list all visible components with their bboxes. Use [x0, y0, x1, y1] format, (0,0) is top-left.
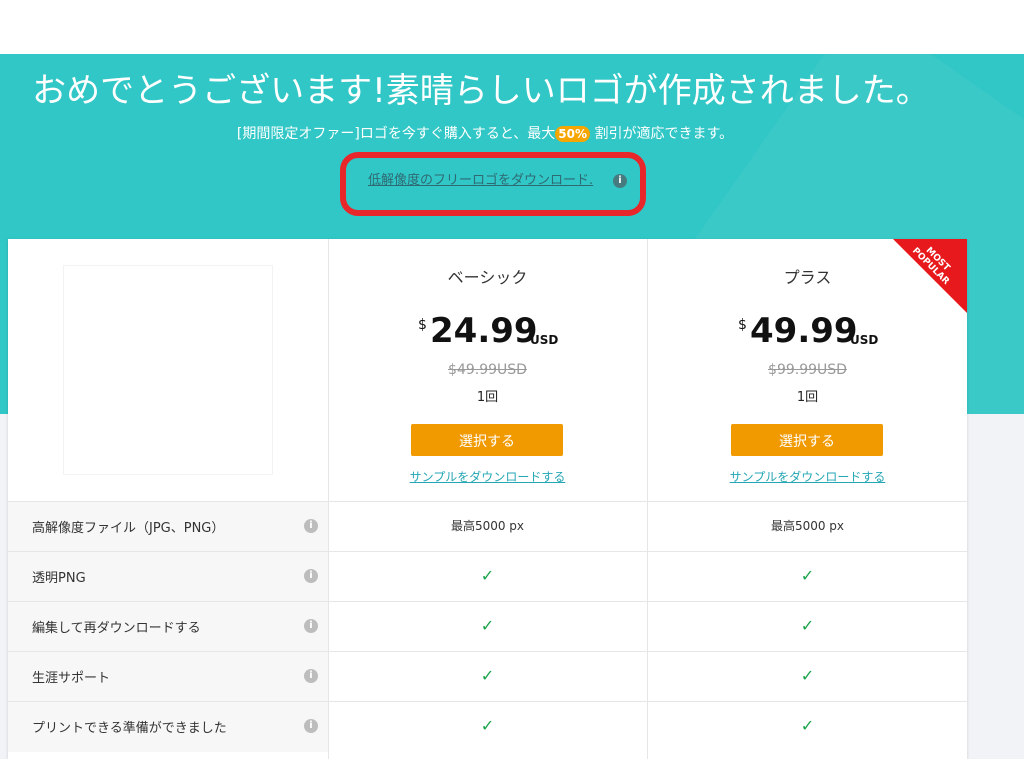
checkmark-icon: ✓ — [480, 566, 495, 585]
top-bar — [0, 0, 1024, 54]
info-icon[interactable]: i — [613, 174, 627, 188]
most-popular-ribbon: MOST POPULAR — [893, 239, 967, 313]
old-price: $49.99USD — [448, 362, 527, 378]
select-plus-button[interactable]: 選択する — [731, 424, 883, 456]
checkmark-icon: ✓ — [800, 716, 815, 735]
basic-value-cell: ✓ — [328, 602, 647, 652]
checkmark-icon: ✓ — [480, 716, 495, 735]
price-amount: 49.99 — [750, 311, 858, 351]
feature-cell: 透明PNG i — [8, 552, 328, 602]
hero-title: おめでとうございます!素晴らしいロゴが作成されました。 — [32, 71, 930, 111]
basic-value-cell: 最高5000 px — [328, 502, 647, 552]
plan-price: $ 24.99 USD — [328, 311, 647, 351]
offer-text-after: 割引が適応できます。 — [594, 126, 734, 142]
download-sample-link[interactable]: サンプルをダウンロードする — [328, 468, 647, 485]
select-basic-button[interactable]: 選択する — [411, 424, 563, 456]
checkmark-icon: ✓ — [480, 616, 495, 635]
feature-value: 最高5000 px — [770, 519, 845, 533]
plus-value-cell: ✓ — [648, 702, 967, 752]
feature-label: 高解像度ファイル（JPG、PNG） — [32, 521, 225, 536]
free-logo-download-link[interactable]: 低解像度のフリーロゴをダウンロード. — [368, 172, 593, 190]
feature-row: 生涯サポート i ✓ ✓ — [8, 651, 967, 702]
basic-value-cell: ✓ — [328, 652, 647, 702]
info-icon[interactable]: i — [304, 619, 318, 633]
info-icon[interactable]: i — [304, 519, 318, 533]
info-icon[interactable]: i — [304, 669, 318, 683]
feature-row: 編集して再ダウンロードする i ✓ ✓ — [8, 601, 967, 652]
plus-value-cell: ✓ — [648, 552, 967, 602]
checkmark-icon: ✓ — [800, 566, 815, 585]
price-currency: USD — [530, 333, 559, 347]
plan-plus: プラス $ 49.99 USD $99.99USD 1回 選択する サンプルをダ… — [648, 239, 967, 501]
pricing-table: ベーシック $ 24.99 USD $49.99USD 1回 選択する サンプル… — [8, 239, 967, 759]
feature-label: 生涯サポート — [32, 671, 111, 686]
basic-value-cell: ✓ — [328, 702, 647, 752]
plan-price: $ 49.99 USD — [648, 311, 967, 351]
discount-badge: 50% — [555, 126, 591, 142]
plus-value-cell: 最高5000 px — [648, 502, 967, 552]
feature-label: 透明PNG — [32, 571, 86, 586]
plan-basic: ベーシック $ 24.99 USD $49.99USD 1回 選択する サンプル… — [328, 239, 647, 501]
plus-value-cell: ✓ — [648, 652, 967, 702]
plus-value-cell: ✓ — [648, 602, 967, 652]
feature-cell: 高解像度ファイル（JPG、PNG） i — [8, 502, 328, 552]
info-icon[interactable]: i — [304, 569, 318, 583]
feature-cell: 編集して再ダウンロードする i — [8, 602, 328, 652]
purchase-frequency: 1回 — [476, 390, 499, 405]
checkmark-icon: ✓ — [480, 666, 495, 685]
logo-preview — [64, 266, 272, 474]
basic-value-cell: ✓ — [328, 552, 647, 602]
info-icon[interactable]: i — [304, 719, 318, 733]
feature-row: プリントできる準備ができました i ✓ ✓ — [8, 701, 967, 752]
checkmark-icon: ✓ — [800, 666, 815, 685]
offer-text-before: [期間限定オファー]ロゴを今すぐ購入すると、最大 — [236, 126, 556, 142]
download-sample-link[interactable]: サンプルをダウンロードする — [648, 468, 967, 485]
old-price: $99.99USD — [768, 362, 847, 378]
feature-label: プリントできる準備ができました — [32, 721, 227, 736]
plan-name: ベーシック — [447, 268, 528, 287]
currency-symbol: $ — [418, 317, 427, 333]
feature-row: 透明PNG i ✓ ✓ — [8, 551, 967, 602]
feature-row: 高解像度ファイル（JPG、PNG） i 最高5000 px 最高5000 px — [8, 501, 967, 552]
price-amount: 24.99 — [430, 311, 538, 351]
feature-value: 最高5000 px — [450, 519, 525, 533]
price-currency: USD — [850, 333, 879, 347]
feature-cell: 生涯サポート i — [8, 652, 328, 702]
checkmark-icon: ✓ — [800, 616, 815, 635]
offer-text: [期間限定オファー]ロゴを今すぐ購入すると、最大 50% 割引が適応できます。 — [0, 123, 970, 145]
feature-label: 編集して再ダウンロードする — [32, 621, 201, 636]
feature-cell: プリントできる準備ができました i — [8, 702, 328, 752]
currency-symbol: $ — [738, 317, 747, 333]
purchase-frequency: 1回 — [796, 390, 819, 405]
